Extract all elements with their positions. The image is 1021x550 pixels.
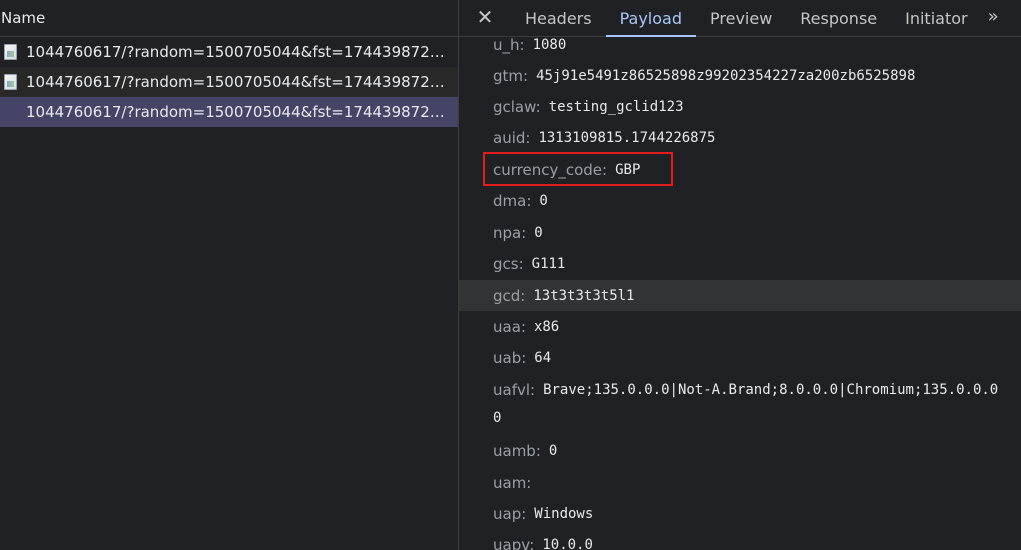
param-value: G111 xyxy=(531,255,566,272)
request-row-1[interactable]: 1044760617/?random=1500705044&fst=174439… xyxy=(0,37,458,67)
param-key: gcd: xyxy=(493,286,526,305)
details-tab-bar: ✕ Headers Payload Preview Response Initi… xyxy=(459,0,1021,37)
request-row-2[interactable]: 1044760617/?random=1500705044&fst=174439… xyxy=(0,67,458,97)
param-key: currency_code: xyxy=(493,160,608,179)
name-column-label: Name xyxy=(1,9,46,27)
image-file-icon xyxy=(4,74,17,90)
param-key: u_h: xyxy=(493,35,525,54)
param-key: npa: xyxy=(493,223,527,242)
payload-row[interactable]: uamb: 0 xyxy=(459,435,1021,466)
tab-headers[interactable]: Headers xyxy=(511,0,606,36)
payload-row[interactable]: uap: Windows xyxy=(459,498,1021,529)
param-value: 13t3t3t3t5l1 xyxy=(533,287,635,304)
tab-payload[interactable]: Payload xyxy=(605,0,697,37)
param-value: 0 xyxy=(548,442,558,459)
payload-row-hovered[interactable]: gcd: 13t3t3t3t5l1 xyxy=(459,280,1021,311)
param-value: Windows xyxy=(534,505,594,522)
request-name: 1044760617/?random=1500705044&fst=174439… xyxy=(26,103,446,121)
image-file-icon xyxy=(4,44,17,60)
tab-response[interactable]: Response xyxy=(786,0,891,36)
close-icon[interactable]: ✕ xyxy=(459,0,511,36)
payload-row-currency-code[interactable]: currency_code: GBP xyxy=(459,154,1021,185)
param-value: Brave;135.0.0.0|Not-A.Brand;8.0.0.0|Chro… xyxy=(543,381,999,398)
payload-row[interactable]: uapv: 10.0.0 xyxy=(459,529,1021,550)
param-key: gcs: xyxy=(493,254,524,273)
param-value-continuation: 0 xyxy=(493,410,502,426)
param-value: 1313109815.1744226875 xyxy=(538,129,716,146)
payload-row[interactable]: uafvl: Brave;135.0.0.0|Not-A.Brand;8.0.0… xyxy=(459,374,1021,405)
param-value: 0 xyxy=(534,224,543,241)
param-value: 0 xyxy=(539,192,548,209)
more-tabs-chevron-icon[interactable]: » xyxy=(982,0,999,36)
param-value: 45j91e5491z86525898z99202354227za200zb65… xyxy=(536,67,916,84)
payload-row[interactable]: gcs: G111 xyxy=(459,248,1021,279)
param-key: uab: xyxy=(493,348,527,367)
param-key: dma: xyxy=(493,191,532,210)
param-key: uamb: xyxy=(493,441,541,460)
request-name: 1044760617/?random=1500705044&fst=174439… xyxy=(26,43,446,61)
request-details-panel: ✕ Headers Payload Preview Response Initi… xyxy=(459,0,1021,550)
param-value: GBP xyxy=(615,161,641,178)
request-row-3-selected[interactable]: 1044760617/?random=1500705044&fst=174439… xyxy=(0,97,458,127)
param-key: auid: xyxy=(493,128,531,147)
param-value: 1080 xyxy=(532,36,567,53)
param-key: uam: xyxy=(493,473,532,492)
param-value: 64 xyxy=(534,349,552,366)
name-column-header[interactable]: Name xyxy=(0,0,458,37)
param-key: gclaw: xyxy=(493,97,541,116)
param-key: uap: xyxy=(493,504,527,523)
param-key: uafvl: xyxy=(493,380,536,399)
param-value: 10.0.0 xyxy=(542,536,593,550)
payload-row[interactable]: uam: xyxy=(459,467,1021,498)
param-value: testing_gclid123 xyxy=(548,98,684,115)
tab-initiator[interactable]: Initiator xyxy=(891,0,981,36)
payload-row[interactable]: gtm: 45j91e5491z86525898z99202354227za20… xyxy=(459,60,1021,91)
tab-preview[interactable]: Preview xyxy=(696,0,786,36)
payload-row[interactable]: auid: 1313109815.1744226875 xyxy=(459,122,1021,153)
param-key: uapv: xyxy=(493,535,535,550)
payload-row[interactable]: dma: 0 xyxy=(459,185,1021,216)
request-name: 1044760617/?random=1500705044&fst=174439… xyxy=(26,73,446,91)
param-key: gtm: xyxy=(493,66,529,85)
request-list: Name 1044760617/?random=1500705044&fst=1… xyxy=(0,0,458,550)
payload-row[interactable]: uaa: x86 xyxy=(459,311,1021,342)
devtools-network-panel: Name 1044760617/?random=1500705044&fst=1… xyxy=(0,0,1021,550)
payload-row[interactable]: uab: 64 xyxy=(459,342,1021,373)
param-key: uaa: xyxy=(493,317,526,336)
payload-row[interactable]: gclaw: testing_gclid123 xyxy=(459,91,1021,122)
payload-row[interactable]: npa: 0 xyxy=(459,217,1021,248)
param-value: x86 xyxy=(533,318,560,335)
